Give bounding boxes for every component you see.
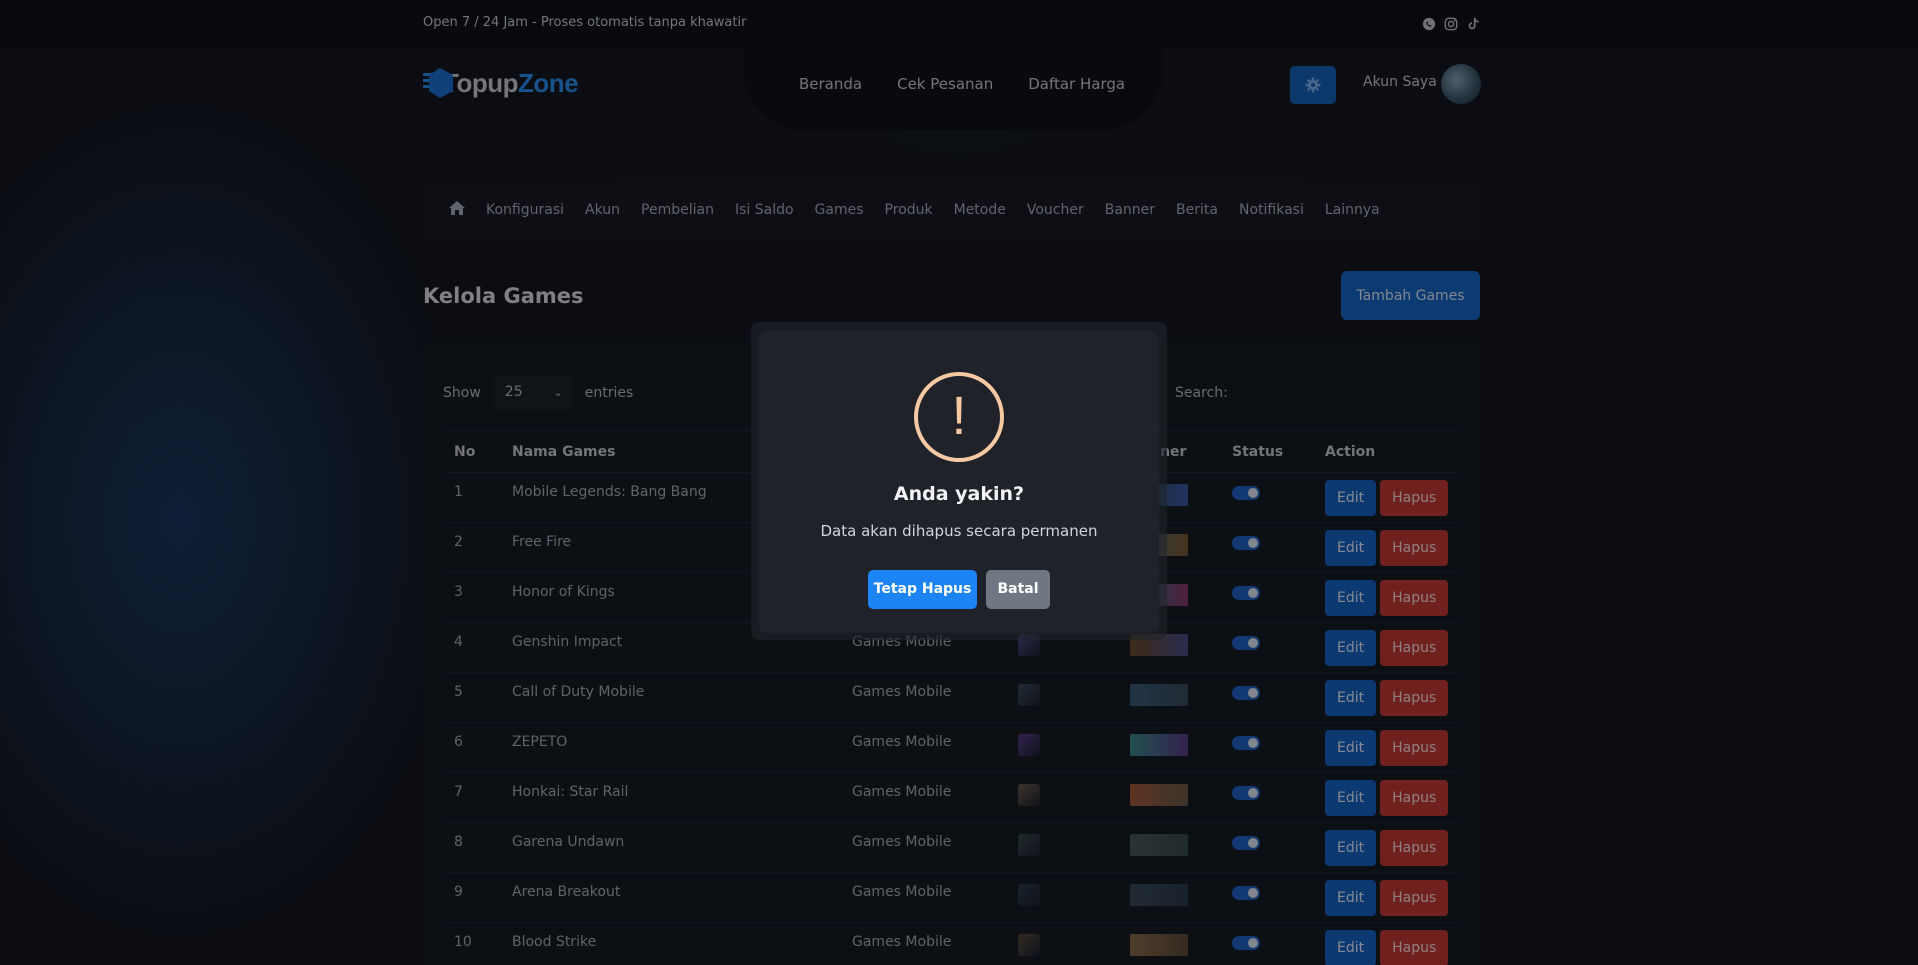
confirm-delete-button[interactable]: Tetap Hapus: [868, 570, 977, 609]
confirm-dialog: ! Anda yakin? Data akan dihapus secara p…: [759, 331, 1159, 633]
exclamation-icon: !: [914, 372, 1004, 462]
dialog-message: Data akan dihapus secara permanen: [820, 522, 1098, 540]
cancel-button[interactable]: Batal: [986, 570, 1050, 609]
dialog-title: Anda yakin?: [893, 483, 1025, 505]
